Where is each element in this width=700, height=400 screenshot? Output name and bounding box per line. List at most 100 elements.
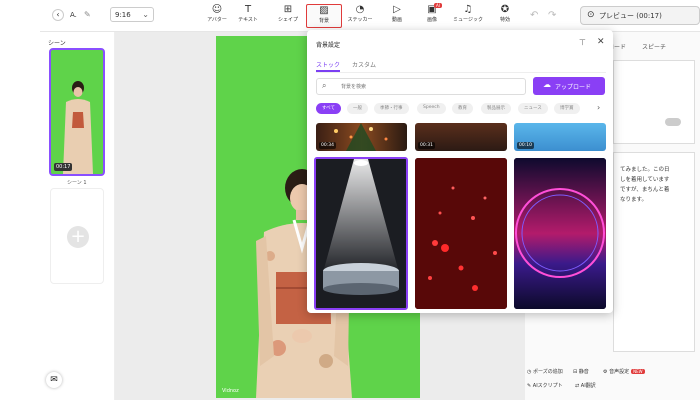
add-scene-button[interactable]: + — [50, 188, 104, 284]
scene-duration: 00:17 — [54, 163, 73, 171]
add-pause-button[interactable]: ◷ ポーズの追加 — [527, 368, 563, 375]
watermark: Vidnoz — [222, 388, 239, 394]
search-box[interactable]: ⌕ — [316, 78, 526, 95]
top-toolbar: ‹ A. ✎ 9:16 ⌄ ☺ アバター T テキスト ⊞ シェイプ ▨ 背景 … — [40, 0, 700, 32]
category-misc[interactable]: 博学賞 — [554, 103, 580, 114]
tool-background[interactable]: ▨ 背景 — [306, 4, 342, 28]
new-badge: NEW — [631, 369, 645, 374]
scene-label: シーン 1 — [67, 180, 87, 186]
script-line: しを着用しています — [620, 177, 670, 183]
tool-label: テキスト — [238, 17, 258, 23]
background-icon: ▨ — [319, 5, 329, 16]
background-settings-popup: 背景設定 ⊤ ✕ ストック カスタム ⌕ ☁ アップロード すべて 一般 季節・… — [307, 30, 613, 313]
script-textarea[interactable]: てみました。この日 しを着用しています ですが、まちんと着 なります。 — [613, 152, 695, 352]
mute-label: 静音 — [578, 369, 589, 375]
project-name[interactable]: A. — [70, 11, 77, 19]
tool-label: 背景 — [318, 18, 329, 24]
video-icon: ▷ — [393, 4, 401, 15]
search-input[interactable] — [341, 82, 521, 92]
image-icon: ▣ — [427, 4, 437, 15]
divider — [316, 72, 606, 73]
scene-thumbnail[interactable]: 00:17 — [49, 48, 105, 176]
background-tile-red-bokeh[interactable] — [415, 158, 507, 309]
redo-icon[interactable]: ↷ — [548, 10, 556, 21]
voice-settings-label: 音声設定 — [609, 369, 630, 375]
spotlight-stage-image — [316, 159, 406, 308]
neon-circle-image — [514, 158, 606, 309]
tab-stock[interactable]: ストック — [316, 60, 340, 69]
right-tab-speech[interactable]: スピーチ — [642, 42, 666, 51]
avatar-thumbnail-figure — [63, 81, 93, 174]
plus-icon: + — [67, 226, 89, 248]
tool-label: ミュージック — [453, 17, 483, 23]
upload-button[interactable]: ☁ アップロード — [533, 77, 605, 95]
cloud-upload-icon: ☁ — [543, 80, 551, 89]
toggle-switch[interactable] — [665, 118, 681, 126]
category-education[interactable]: 教育 — [452, 103, 473, 114]
background-tile[interactable]: 00:10 — [514, 123, 606, 151]
mute-button[interactable]: ⊟ 静音 — [573, 368, 589, 375]
scene-panel-title: シーン — [48, 40, 66, 47]
settings-box — [613, 60, 695, 144]
add-pause-label: ポーズの追加 — [532, 369, 563, 375]
tool-text[interactable]: T テキスト — [228, 4, 268, 28]
category-all[interactable]: すべて — [316, 103, 342, 114]
play-circle-icon: ⊙ — [587, 10, 595, 20]
pin-icon[interactable]: ⊤ — [579, 38, 586, 47]
chevron-left-icon[interactable]: ‹ — [52, 9, 64, 21]
undo-icon[interactable]: ↶ — [530, 10, 538, 21]
script-line: なります。 — [620, 197, 647, 203]
ai-badge: AI — [434, 3, 442, 8]
ai-script-button[interactable]: ✎ AIスクリプト — [527, 382, 563, 389]
effects-icon: ✪ — [500, 4, 510, 15]
scene-panel: シーン 00:17 シーン 1 + — [40, 32, 115, 400]
category-news[interactable]: ニュース — [518, 103, 548, 114]
chat-icon[interactable]: ✉ — [46, 372, 62, 388]
tool-label: 画像 — [426, 17, 437, 23]
shape-icon: ⊞ — [283, 4, 293, 15]
sticker-icon: ◔ — [355, 4, 365, 15]
aspect-ratio-value: 9:16 — [115, 11, 131, 19]
tool-label: 動画 — [391, 17, 402, 23]
chevron-down-icon: ⌄ — [142, 10, 149, 19]
tool-video[interactable]: ▷ 動画 — [377, 4, 417, 28]
tile-duration: 00:34 — [319, 142, 336, 149]
chevron-right-icon[interactable]: › — [597, 103, 600, 112]
script-line: ですが、まちんと着 — [620, 187, 670, 193]
tool-music[interactable]: ♫ ミュージック — [448, 4, 488, 28]
category-product[interactable]: 製品展示 — [481, 103, 511, 114]
ai-translate-button[interactable]: ⇄ AI翻訳 — [575, 382, 596, 389]
close-icon[interactable]: ✕ — [597, 37, 605, 47]
music-icon: ♫ — [463, 4, 473, 15]
popup-title: 背景設定 — [316, 42, 341, 49]
upload-label: アップロード — [555, 84, 592, 91]
category-speech[interactable]: Speech — [417, 103, 446, 114]
tool-sticker[interactable]: ◔ ステッカー — [340, 4, 380, 28]
search-icon: ⌕ — [322, 81, 327, 90]
background-tile[interactable]: 00:31 — [415, 123, 507, 151]
tool-label: ステッカー — [347, 17, 373, 23]
tile-duration: 00:10 — [517, 142, 534, 149]
ai-script-label: AIスクリプト — [532, 383, 563, 389]
tool-label: シェイプ — [277, 17, 298, 23]
category-seasonal[interactable]: 季節・行事 — [374, 103, 409, 114]
tool-label: 特効 — [499, 17, 510, 23]
background-tile-spotlight-stage[interactable] — [314, 157, 408, 310]
tab-custom[interactable]: カスタム — [352, 60, 376, 69]
text-icon: T — [244, 4, 252, 15]
script-line: てみました。この日 — [620, 167, 670, 173]
background-tile[interactable]: 00:34 — [316, 123, 407, 151]
voice-settings-button[interactable]: ⚙ 音声設定 NEW — [603, 368, 645, 375]
tool-image[interactable]: ▣ AI 画像 — [412, 3, 452, 28]
preview-button[interactable]: ⊙ プレビュー (00:17) — [580, 6, 700, 25]
tool-shape[interactable]: ⊞ シェイプ — [268, 4, 308, 28]
red-bokeh-image — [415, 158, 507, 309]
category-general[interactable]: 一般 — [347, 103, 368, 114]
tool-effects[interactable]: ✪ 特効 — [485, 4, 525, 28]
pencil-icon[interactable]: ✎ — [84, 10, 91, 19]
background-tile-neon-circle[interactable] — [514, 158, 606, 309]
aspect-ratio-select[interactable]: 9:16 ⌄ — [110, 7, 154, 22]
preview-label: プレビュー (00:17) — [599, 12, 662, 20]
tile-duration: 00:31 — [418, 142, 435, 149]
ai-translate-label: AI翻訳 — [580, 383, 596, 389]
